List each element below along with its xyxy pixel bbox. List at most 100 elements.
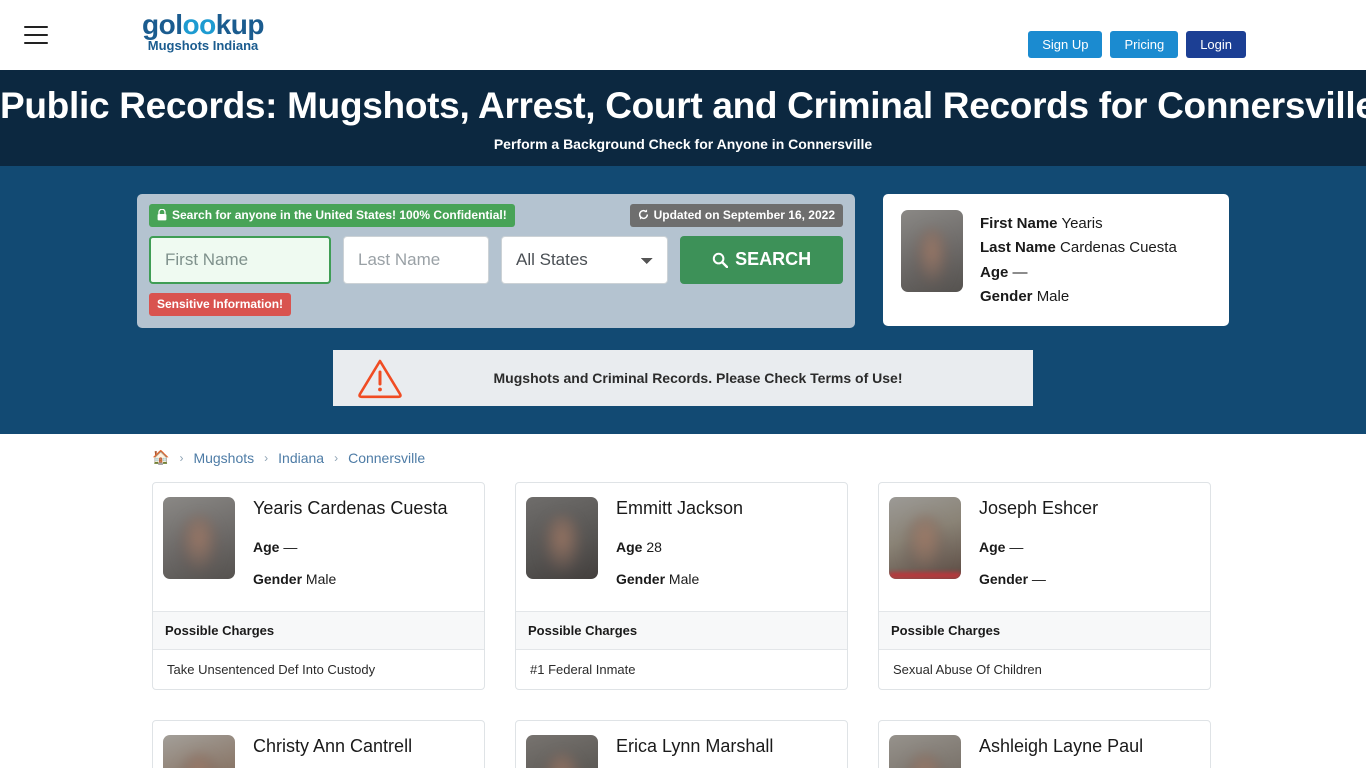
profile-mugshot-image	[901, 209, 963, 292]
login-button[interactable]: Login	[1186, 31, 1246, 58]
result-age-value: —	[283, 538, 298, 555]
profile-first-name-row: First Name Yearis	[980, 212, 1177, 237]
result-card[interactable]: Erica Lynn Marshall Age 32	[515, 719, 848, 768]
breadcrumb-item-connersville[interactable]: Connersville	[348, 450, 425, 466]
result-age-label: Age	[253, 538, 280, 555]
result-gender-row: Gender —	[979, 563, 1098, 595]
lock-icon	[157, 208, 167, 221]
breadcrumb-item-mugshots[interactable]: Mugshots	[193, 450, 254, 466]
result-gender-value: —	[1031, 570, 1046, 587]
result-name: Erica Lynn Marshall	[616, 735, 774, 756]
result-card[interactable]: Yearis Cardenas Cuesta Age — Gender Male…	[152, 481, 485, 690]
search-button-label: SEARCH	[735, 249, 812, 270]
results-grid: Yearis Cardenas Cuesta Age — Gender Male…	[152, 481, 1214, 768]
confidential-badge: Search for anyone in the United States! …	[149, 203, 515, 227]
warning-triangle-icon	[358, 359, 402, 399]
profile-age-value: —	[1012, 263, 1028, 281]
hamburger-bar-2	[24, 34, 48, 36]
logo-text-l: l	[175, 9, 183, 40]
result-card-info: Christy Ann Cantrell Age 39	[253, 735, 412, 768]
result-name: Ashleigh Layne Paul	[979, 735, 1144, 756]
profile-gender-label: Gender	[980, 288, 1033, 306]
logo-text-go: go	[142, 9, 176, 40]
last-name-input[interactable]	[343, 235, 489, 284]
search-row: Search for anyone in the United States! …	[0, 193, 1366, 328]
result-charges-header: Possible Charges	[879, 610, 1210, 650]
breadcrumb: 🏠 › Mugshots › Indiana › Connersville	[152, 434, 1214, 482]
result-card[interactable]: Ashleigh Layne Paul Age —	[878, 719, 1211, 768]
result-charges-header: Possible Charges	[516, 610, 847, 650]
hamburger-bar-3	[24, 42, 48, 44]
page-title: Public Records: Mugshots, Arrest, Court …	[0, 85, 1366, 126]
logo-wordmark: golookup	[138, 10, 268, 39]
result-card-header: Emmitt Jackson Age 28 Gender Male	[516, 483, 847, 611]
pricing-button[interactable]: Pricing	[1110, 31, 1179, 58]
result-age-label: Age	[616, 538, 643, 555]
profile-age-row: Age —	[980, 261, 1177, 286]
featured-profile-card[interactable]: First Name Yearis Last Name Cardenas Cue…	[883, 193, 1229, 326]
profile-first-name-label: First Name	[980, 214, 1058, 232]
sign-up-button[interactable]: Sign Up	[1028, 31, 1103, 58]
result-charge-item: #1 Federal Inmate	[530, 661, 636, 677]
result-card-info: Joseph Eshcer Age — Gender —	[979, 497, 1098, 595]
result-name: Yearis Cardenas Cuesta	[253, 497, 448, 518]
search-icon	[712, 252, 729, 268]
result-mugshot-image	[163, 496, 235, 579]
result-mugshot-image	[163, 734, 235, 768]
result-card[interactable]: Joseph Eshcer Age — Gender — Possible Ch…	[878, 481, 1211, 690]
result-card-header: Christy Ann Cantrell Age 39	[153, 721, 484, 768]
profile-gender-row: Gender Male	[980, 285, 1177, 310]
page-subtitle: Perform a Background Check for Anyone in…	[493, 135, 873, 152]
breadcrumb-separator-2: ›	[264, 450, 269, 465]
result-gender-value: Male	[305, 570, 337, 587]
result-age-row: Age —	[253, 531, 447, 563]
first-name-input[interactable]	[149, 235, 331, 284]
search-panel: Search for anyone in the United States! …	[137, 193, 855, 328]
result-age-row: Age 28	[616, 531, 743, 563]
profile-last-name-row: Last Name Cardenas Cuesta	[980, 236, 1177, 261]
result-gender-row: Gender Male	[253, 563, 447, 595]
search-section: Search for anyone in the United States! …	[0, 165, 1366, 434]
result-gender-label: Gender	[979, 570, 1029, 587]
hamburger-bar-1	[24, 26, 48, 28]
updated-badge: Updated on September 16, 2022	[629, 203, 843, 227]
warning-wrapper: Mugshots and Criminal Records. Please Ch…	[0, 349, 1366, 406]
logo-subtitle: Mugshots Indiana	[147, 38, 259, 54]
result-age-value: 28	[646, 538, 662, 555]
profile-last-name-label: Last Name	[980, 239, 1056, 257]
result-card-info: Ashleigh Layne Paul Age —	[979, 735, 1143, 768]
updated-badge-label: Updated on September 16, 2022	[653, 207, 835, 222]
result-mugshot-image	[526, 496, 598, 579]
result-name: Emmitt Jackson	[616, 497, 744, 518]
result-age-label: Age	[979, 538, 1006, 555]
profile-first-name-value: Yearis	[1061, 214, 1103, 232]
profile-last-name-value: Cardenas Cuesta	[1060, 239, 1177, 257]
state-select[interactable]: All States	[501, 235, 669, 284]
result-mugshot-image	[526, 734, 598, 768]
logo-text-oo: oo	[182, 9, 217, 40]
home-icon[interactable]: 🏠	[152, 449, 169, 466]
confidential-badge-label: Search for anyone in the United States! …	[172, 207, 507, 222]
result-mugshot-image	[889, 496, 961, 579]
result-card[interactable]: Emmitt Jackson Age 28 Gender Male Possib…	[515, 481, 848, 690]
hamburger-menu-icon[interactable]	[24, 26, 48, 44]
profile-age-label: Age	[980, 263, 1009, 281]
result-card-info: Yearis Cardenas Cuesta Age — Gender Male	[253, 497, 447, 595]
result-charge-item: Sexual Abuse Of Children	[893, 661, 1042, 677]
nav-button-group: Sign Up Pricing Login	[1028, 31, 1246, 58]
breadcrumb-separator-3: ›	[334, 450, 339, 465]
logo-text-kup: kup	[215, 9, 265, 40]
result-charge-item: Take Unsentenced Def Into Custody	[167, 661, 376, 677]
result-card-info: Emmitt Jackson Age 28 Gender Male	[616, 497, 743, 595]
result-age-value: —	[1009, 538, 1024, 555]
result-card[interactable]: Christy Ann Cantrell Age 39	[152, 719, 485, 768]
main-content: 🏠 › Mugshots › Indiana › Connersville Ye…	[0, 433, 1366, 768]
top-navigation-bar: golookup Mugshots Indiana Sign Up Pricin…	[0, 0, 1366, 70]
search-button[interactable]: SEARCH	[680, 235, 843, 284]
breadcrumb-item-indiana[interactable]: Indiana	[278, 450, 324, 466]
sensitive-information-badge: Sensitive Information!	[149, 292, 292, 316]
result-charges-header: Possible Charges	[153, 610, 484, 650]
result-gender-label: Gender	[253, 570, 303, 587]
site-logo[interactable]: golookup Mugshots Indiana	[138, 10, 268, 54]
result-gender-row: Gender Male	[616, 563, 743, 595]
